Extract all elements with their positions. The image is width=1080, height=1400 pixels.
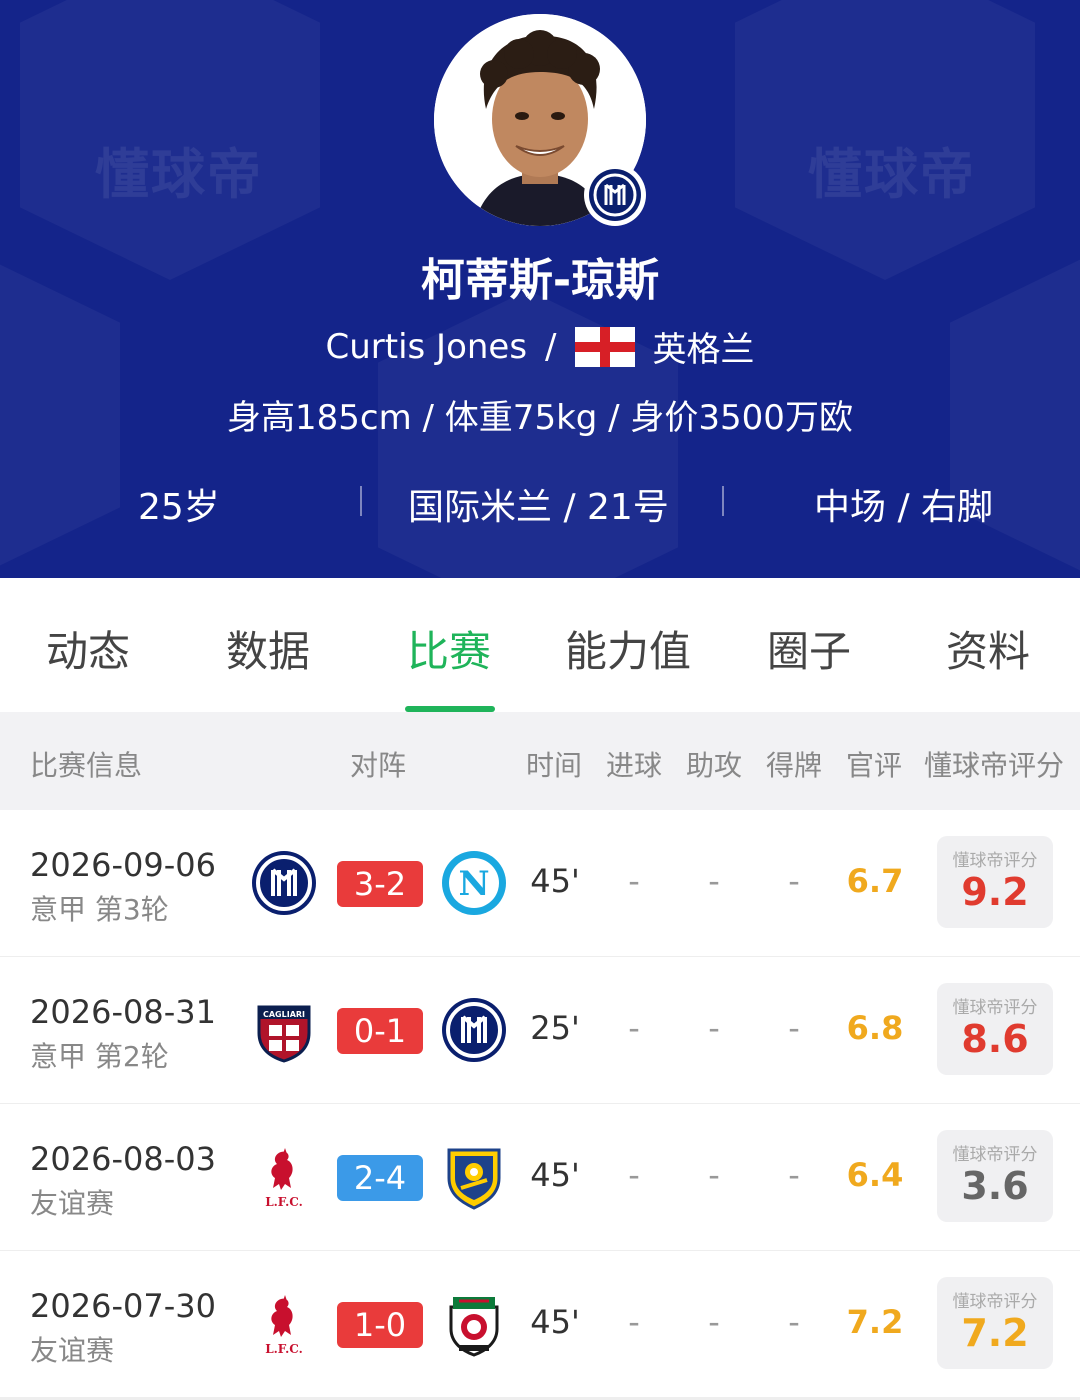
- match-date: 2026-09-06: [30, 846, 216, 884]
- column-header-cards: 得牌: [766, 749, 823, 782]
- tab-ability[interactable]: 能力值: [565, 618, 691, 679]
- match-competition: 友谊赛: [30, 1187, 115, 1220]
- svg-text:L.F.C.: L.F.C.: [265, 1195, 303, 1209]
- column-header-goals: 进球: [606, 749, 663, 782]
- official-rating: 6.7: [846, 862, 904, 900]
- official-rating: 7.2: [846, 1303, 904, 1341]
- match-competition: 意甲 第2轮: [30, 1040, 169, 1073]
- rating-value: 9.2: [961, 870, 1029, 914]
- england-flag-icon: [574, 326, 635, 367]
- rating-value: 7.2: [961, 1311, 1029, 1355]
- svg-text:CAGLIARI: CAGLIARI: [263, 1010, 305, 1019]
- watermark-text: 懂球帝: [95, 143, 263, 206]
- tab-feed[interactable]: 动态: [46, 618, 130, 679]
- dongqiudi-rating-badge[interactable]: 懂球帝评分 9.2: [937, 836, 1053, 928]
- player-subline: Curtis Jones / 英格兰: [0, 322, 1080, 371]
- goals-value: -: [628, 862, 640, 900]
- match-competition: 意甲 第3轮: [30, 893, 169, 926]
- column-header-matchup: 对阵: [350, 749, 407, 782]
- rating-label: 懂球帝评分: [952, 851, 1038, 871]
- svg-text:L.F.C.: L.F.C.: [265, 1342, 303, 1356]
- rating-value: 3.6: [961, 1164, 1029, 1208]
- match-competition: 友谊赛: [30, 1334, 115, 1367]
- leeds-united-icon[interactable]: [441, 1144, 507, 1210]
- goals-value: -: [628, 1303, 640, 1341]
- rating-value: 8.6: [961, 1017, 1029, 1061]
- tab-matches[interactable]: 比赛: [407, 618, 491, 679]
- column-header-dongqiudi-rating: 懂球帝评分: [924, 749, 1065, 782]
- separator: /: [545, 326, 557, 367]
- liverpool-icon[interactable]: L.F.C.: [251, 1291, 317, 1357]
- goals-value: -: [628, 1156, 640, 1194]
- assists-value: -: [708, 1009, 720, 1047]
- official-rating: 6.8: [846, 1009, 904, 1047]
- match-score: 1-0: [337, 1302, 423, 1348]
- minutes-played: 45': [530, 1156, 580, 1194]
- assists-value: -: [708, 1156, 720, 1194]
- rating-label: 懂球帝评分: [952, 998, 1038, 1018]
- column-header-official-rating: 官评: [846, 749, 903, 782]
- match-date: 2026-07-30: [30, 1287, 216, 1325]
- minutes-played: 45': [530, 1303, 580, 1341]
- match-score: 3-2: [337, 861, 423, 907]
- assists-value: -: [708, 862, 720, 900]
- player-physical-stats: 身高185cm / 体重75kg / 身价3500万欧: [227, 398, 853, 438]
- column-header-assists: 助攻: [686, 749, 743, 782]
- divider: [360, 486, 362, 516]
- cards-value: -: [788, 1303, 800, 1341]
- tab-circle[interactable]: 圈子: [767, 618, 851, 679]
- cards-value: -: [788, 862, 800, 900]
- assists-value: -: [708, 1303, 720, 1341]
- cards-value: -: [788, 1009, 800, 1047]
- column-header-match-info: 比赛信息: [30, 749, 143, 782]
- dongqiudi-rating-badge[interactable]: 懂球帝评分 8.6: [937, 983, 1053, 1075]
- player-position-foot: 中场 / 右脚: [814, 487, 994, 528]
- player-header: 懂球帝 懂球帝 柯蒂斯-琼斯 Curtis Jones / 英格兰 身高185c…: [0, 0, 1080, 578]
- tab-profile[interactable]: 资料: [946, 618, 1030, 679]
- match-table-header: 比赛信息 对阵 时间 进球 助攻 得牌 官评 懂球帝评分: [0, 712, 1080, 810]
- rating-label: 懂球帝评分: [952, 1292, 1038, 1312]
- column-header-minutes: 时间: [526, 749, 583, 782]
- match-row[interactable]: 2026-09-06 意甲 第3轮 3-2 N 45' - - - 6.7 懂球帝评分 9.2: [0, 810, 1080, 959]
- minutes-played: 25': [530, 1009, 580, 1047]
- match-score: 0-1: [337, 1008, 423, 1054]
- svg-text:N: N: [458, 864, 489, 904]
- liverpool-icon[interactable]: L.F.C.: [251, 1144, 317, 1210]
- match-row[interactable]: 2026-07-30 友谊赛 L.F.C. 1-0 45' - - -7.2 懂球帝评分 7.2: [0, 1251, 1080, 1400]
- dongqiudi-rating-badge[interactable]: 懂球帝评分 3.6: [937, 1130, 1053, 1222]
- player-age: 25岁: [138, 487, 220, 528]
- goals-value: -: [628, 1009, 640, 1047]
- match-date: 2026-08-03: [30, 1140, 216, 1178]
- inter-milan-icon: [584, 164, 646, 226]
- tab-data[interactable]: 数据: [226, 618, 310, 679]
- cards-value: -: [788, 1156, 800, 1194]
- wrexham-icon[interactable]: [441, 1291, 507, 1357]
- minutes-played: 45': [530, 862, 580, 900]
- match-row[interactable]: 2026-08-31 意甲 第2轮 CAGLIARI 0-1 25' - - - 6.8 懂球帝评…: [0, 957, 1080, 1106]
- cagliari-icon[interactable]: CAGLIARI: [251, 997, 317, 1063]
- match-score: 2-4: [337, 1155, 423, 1201]
- official-rating: 6.4: [846, 1156, 904, 1194]
- inter-milan-icon[interactable]: [251, 850, 317, 916]
- match-row[interactable]: 2026-08-03 友谊赛 L.F.C. 2-4 45' - - - 6.4 懂球帝评分 3.6: [0, 1104, 1080, 1253]
- watermark-text: 懂球帝: [808, 143, 976, 206]
- player-name-en: Curtis Jones: [325, 326, 528, 367]
- player-club-number[interactable]: 国际米兰 / 21号: [408, 478, 669, 530]
- player-name-cn: 柯蒂斯-琼斯: [420, 255, 660, 306]
- dongqiudi-rating-badge[interactable]: 懂球帝评分 7.2: [937, 1277, 1053, 1369]
- napoli-icon[interactable]: N: [441, 850, 507, 916]
- nationality: 英格兰: [652, 330, 755, 370]
- match-date: 2026-08-31: [30, 993, 216, 1031]
- rating-label: 懂球帝评分: [952, 1145, 1038, 1165]
- inter-milan-icon[interactable]: [441, 997, 507, 1063]
- divider: [722, 486, 724, 516]
- tab-bar: 动态 数据 比赛 能力值 圈子 资料: [0, 578, 1080, 710]
